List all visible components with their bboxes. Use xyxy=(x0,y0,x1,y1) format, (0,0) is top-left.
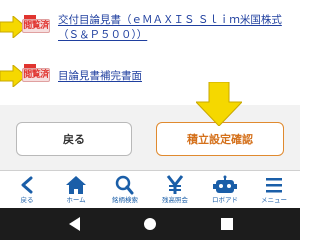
document-row: 閲覧済 目論見書補完書面 xyxy=(0,62,300,92)
nav-label: メニュー xyxy=(261,196,287,204)
document-row: 閲覧済 交付目論見書（ｅＭＡＸＩＳ Ｓｌｉｍ米国株式（Ｓ＆Ｐ５００）） xyxy=(0,4,300,62)
action-area: 戻る 積立設定確認 xyxy=(0,105,300,170)
yellow-down-arrow-icon xyxy=(196,82,242,126)
system-back-icon[interactable] xyxy=(66,216,84,232)
confirm-settings-button[interactable]: 積立設定確認 xyxy=(156,122,284,156)
android-system-bar xyxy=(0,208,300,240)
viewed-stamp-label: 閲覧済 xyxy=(23,70,49,80)
viewed-stamp-label: 閲覧済 xyxy=(23,21,49,31)
viewed-stamp-icon: 閲覧済 xyxy=(22,15,50,39)
document-list: 閲覧済 交付目論見書（ｅＭＡＸＩＳ Ｓｌｉｍ米国株式（Ｓ＆Ｐ５００）） 閲覧済 … xyxy=(0,0,300,105)
back-button[interactable]: 戻る xyxy=(16,122,132,156)
system-recents-icon[interactable] xyxy=(218,216,236,232)
hamburger-menu-icon xyxy=(266,178,282,193)
prospectus-link[interactable]: 交付目論見書（ｅＭＡＸＩＳ Ｓｌｉｍ米国株式（Ｓ＆Ｐ５００）） xyxy=(58,13,290,43)
screen: 閲覧済 交付目論見書（ｅＭＡＸＩＳ Ｓｌｉｍ米国株式（Ｓ＆Ｐ５００）） 閲覧済 … xyxy=(0,0,300,240)
viewed-stamp-icon: 閲覧済 xyxy=(22,64,50,88)
nav-item-menu[interactable]: メニュー xyxy=(244,173,304,207)
system-home-icon[interactable] xyxy=(141,216,159,232)
bottom-navigation: 戻る ホーム 銘柄検索 残高照会 ロボアド メニュー xyxy=(0,170,300,208)
